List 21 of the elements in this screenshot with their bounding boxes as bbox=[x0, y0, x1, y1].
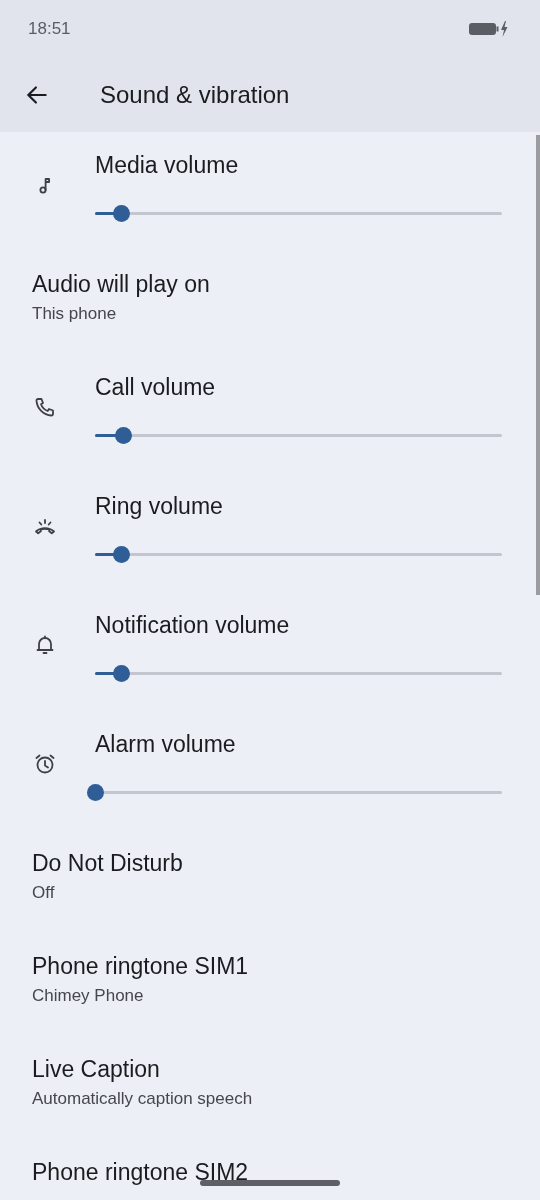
setting-title: Ring volume bbox=[95, 492, 224, 520]
status-time: 18:51 bbox=[28, 19, 71, 39]
setting-title: Call volume bbox=[95, 373, 217, 401]
screen-title: Sound & vibration bbox=[100, 81, 290, 109]
setting-title: Media volume bbox=[95, 151, 240, 179]
setting-title[interactable]: Phone ringtone SIM2 bbox=[32, 1158, 502, 1186]
slider-thumb[interactable] bbox=[115, 426, 133, 444]
setting-summary: Automatically caption speech bbox=[32, 1089, 254, 1109]
setting-summary: Off bbox=[32, 883, 56, 903]
slider-thumb[interactable] bbox=[86, 783, 104, 801]
setting-title: Alarm volume bbox=[95, 730, 237, 758]
slider-thumb[interactable] bbox=[112, 204, 130, 222]
slider-thumb[interactable] bbox=[112, 664, 130, 682]
slider-thumb[interactable] bbox=[112, 545, 130, 563]
setting-title[interactable]: Do Not Disturb bbox=[32, 849, 502, 877]
setting-summary: Chimey Phone bbox=[32, 986, 145, 1006]
setting-title[interactable]: Audio will play on bbox=[32, 270, 502, 298]
setting-title: Notification volume bbox=[95, 611, 291, 639]
setting-title[interactable]: Phone ringtone SIM1 bbox=[32, 952, 502, 980]
setting-title[interactable]: Live Caption bbox=[32, 1055, 502, 1083]
setting-summary: This phone bbox=[32, 304, 118, 324]
